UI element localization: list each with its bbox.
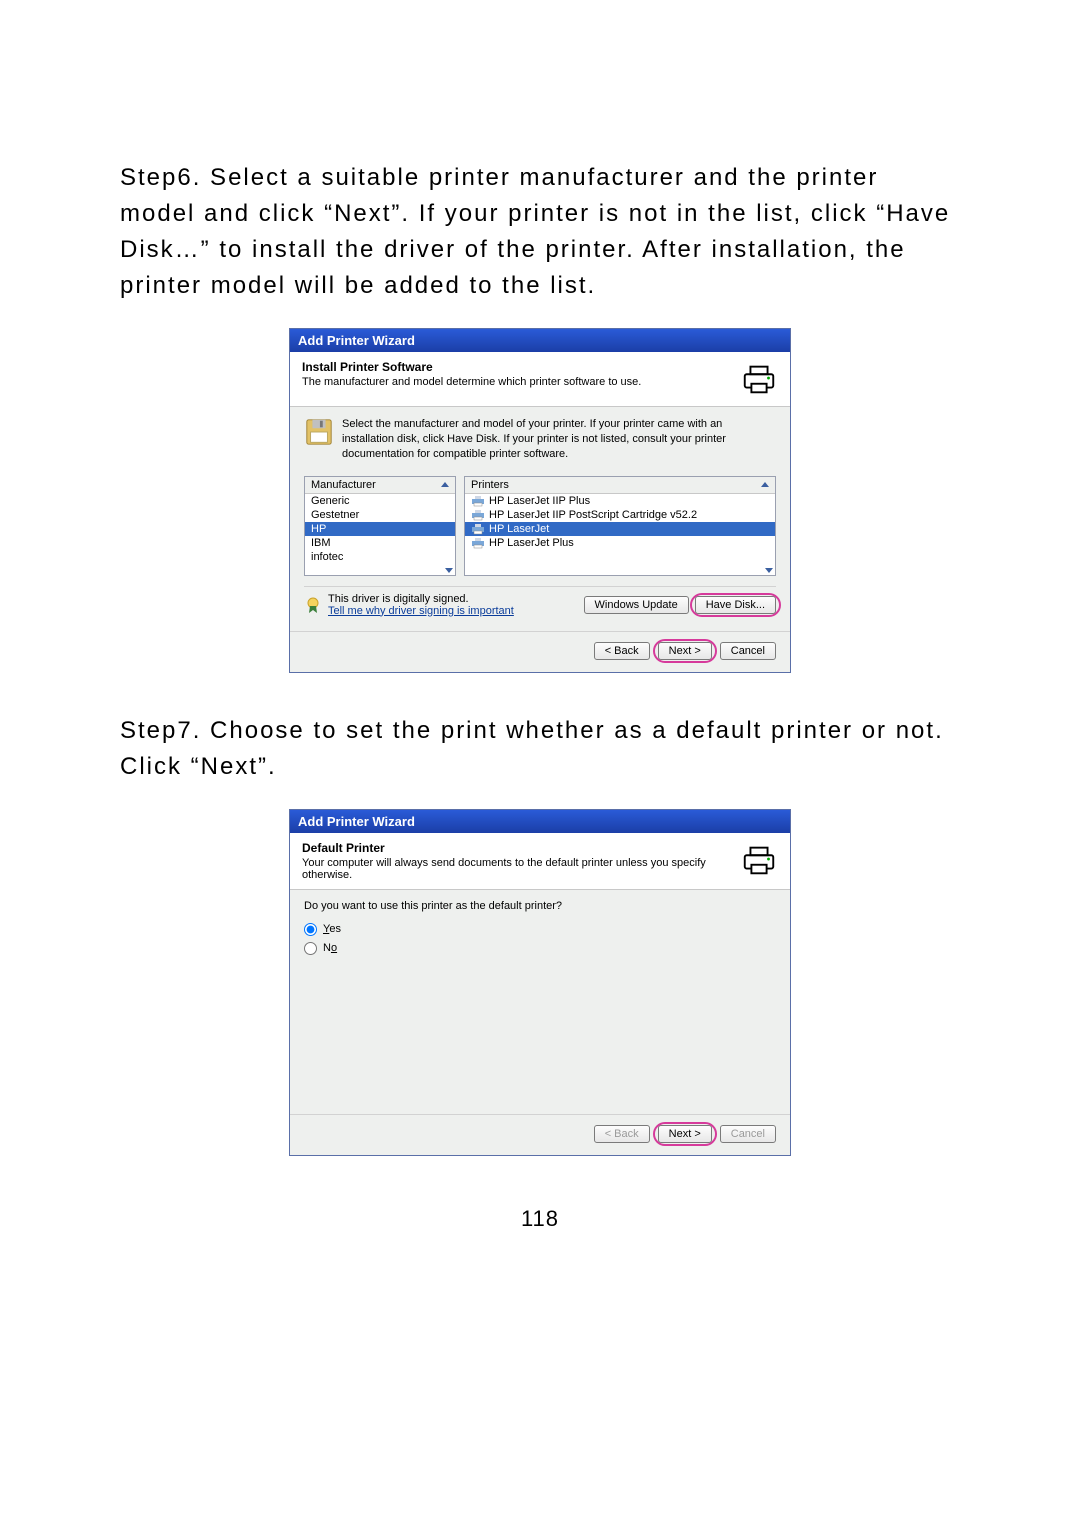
next-button[interactable]: Next > [658, 1125, 712, 1143]
scroll-down-icon[interactable] [765, 568, 773, 573]
windows-update-button[interactable]: Windows Update [584, 596, 689, 614]
printers-listbox[interactable]: Printers HP LaserJet IIP Plus HP LaserJe… [464, 476, 776, 576]
cancel-button: Cancel [720, 1125, 776, 1143]
printer-icon [740, 841, 778, 879]
next-button[interactable]: Next > [658, 642, 712, 660]
printer-item-label: HP LaserJet Plus [489, 537, 574, 549]
radio-yes-label: es [329, 923, 341, 935]
list-item[interactable]: HP LaserJet IIP PostScript Cartridge v52… [465, 508, 775, 522]
signed-badge-icon [304, 596, 322, 614]
wizard-info-text: Select the manufacturer and model of you… [342, 417, 776, 462]
printer-item-icon [471, 537, 485, 549]
radio-yes[interactable]: Yes [304, 920, 776, 939]
back-button: < Back [594, 1125, 650, 1143]
scroll-up-icon[interactable] [761, 482, 769, 487]
printer-item-label: HP LaserJet IIP Plus [489, 495, 590, 507]
dialog-titlebar: Add Printer Wizard [290, 329, 790, 352]
printer-item-label: HP LaserJet [489, 523, 549, 535]
scroll-down-icon[interactable] [445, 568, 453, 573]
list-item[interactable]: Gestetner [305, 508, 455, 522]
driver-signing-link[interactable]: Tell me why driver signing is important [328, 605, 514, 617]
default-printer-dialog: Add Printer Wizard Default Printer Your … [289, 809, 791, 1156]
printers-label: Printers [471, 479, 509, 491]
radio-no[interactable]: No [304, 939, 776, 958]
driver-signed-text: This driver is digitally signed. [328, 593, 514, 605]
have-disk-button[interactable]: Have Disk... [695, 596, 776, 614]
wizard-header-title: Default Printer [302, 841, 732, 855]
step7-paragraph: Step7. Choose to set the print whether a… [120, 713, 960, 785]
printer-item-label: HP LaserJet IIP PostScript Cartridge v52… [489, 509, 697, 521]
list-item[interactable]: HP [305, 522, 455, 536]
printer-item-icon [471, 523, 485, 535]
radio-no-input[interactable] [304, 942, 317, 955]
default-printer-question: Do you want to use this printer as the d… [304, 900, 776, 912]
printer-icon [740, 360, 778, 398]
manufacturer-label: Manufacturer [311, 479, 376, 491]
step6-paragraph: Step6. Select a suitable printer manufac… [120, 160, 960, 304]
manufacturer-listbox[interactable]: Manufacturer Generic Gestetner HP IBM in… [304, 476, 456, 576]
list-item[interactable]: IBM [305, 536, 455, 550]
page-number: 118 [120, 1206, 960, 1232]
wizard-header-title: Install Printer Software [302, 360, 732, 374]
floppy-disk-icon [304, 417, 334, 447]
wizard-header: Install Printer Software The manufacture… [290, 352, 790, 407]
list-item[interactable]: HP LaserJet IIP Plus [465, 494, 775, 508]
printer-item-icon [471, 495, 485, 507]
dialog-titlebar: Add Printer Wizard [290, 810, 790, 833]
scroll-up-icon[interactable] [441, 482, 449, 487]
wizard-header: Default Printer Your computer will alway… [290, 833, 790, 890]
list-item[interactable]: Generic [305, 494, 455, 508]
cancel-button[interactable]: Cancel [720, 642, 776, 660]
back-button[interactable]: < Back [594, 642, 650, 660]
wizard-header-subtitle: Your computer will always send documents… [302, 857, 732, 881]
radio-yes-input[interactable] [304, 923, 317, 936]
add-printer-wizard-dialog: Add Printer Wizard Install Printer Softw… [289, 328, 791, 673]
printer-item-icon [471, 509, 485, 521]
list-item[interactable]: infotec [305, 550, 455, 564]
wizard-header-subtitle: The manufacturer and model determine whi… [302, 376, 732, 388]
list-item[interactable]: HP LaserJet [465, 522, 775, 536]
list-item[interactable]: HP LaserJet Plus [465, 536, 775, 550]
